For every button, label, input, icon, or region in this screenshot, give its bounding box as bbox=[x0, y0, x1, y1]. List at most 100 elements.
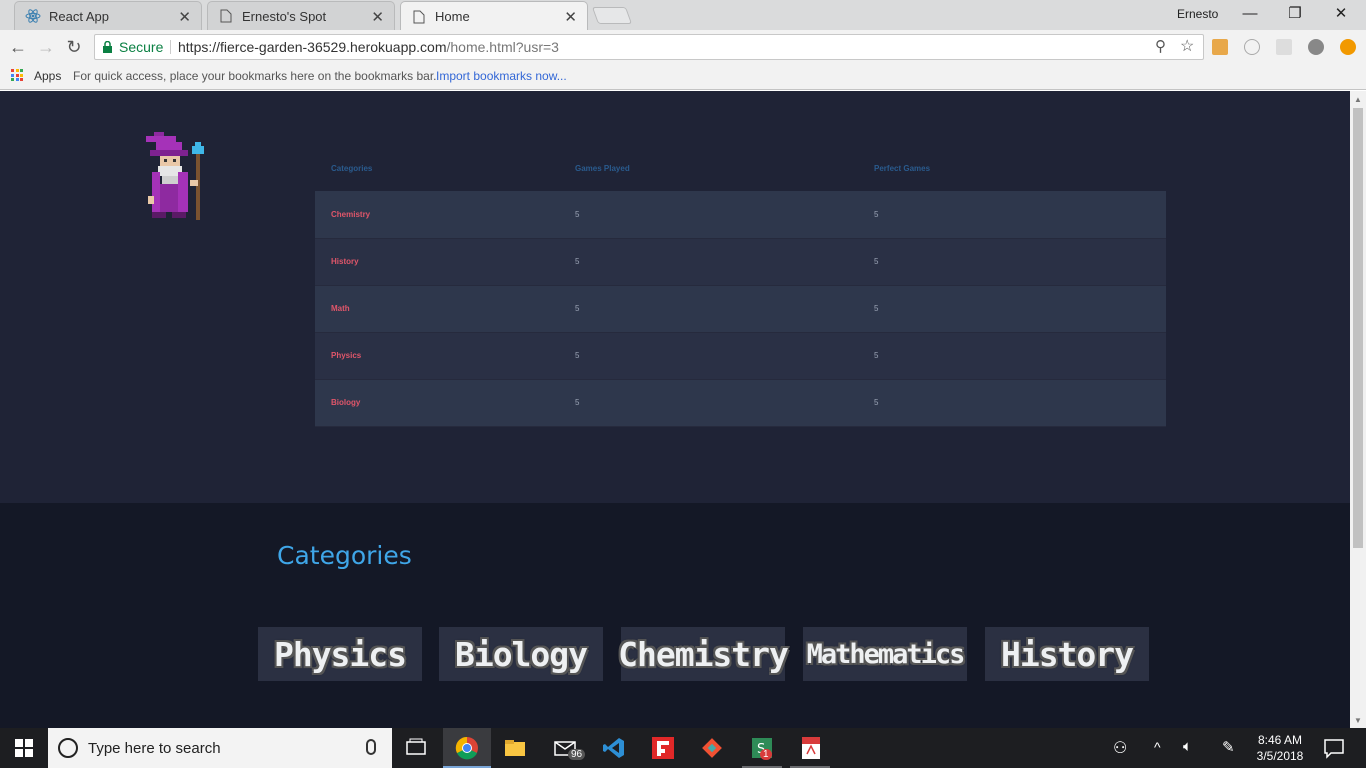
divider bbox=[170, 40, 171, 54]
close-window-icon[interactable]: ✕ bbox=[1318, 3, 1364, 25]
windows-logo-icon bbox=[15, 739, 33, 757]
column-header: Categories bbox=[331, 163, 373, 173]
app-badge: 1 bbox=[760, 749, 772, 760]
wizard-avatar bbox=[146, 132, 204, 220]
close-tab-icon[interactable]: ✕ bbox=[564, 8, 577, 26]
task-view-icon[interactable] bbox=[404, 736, 428, 760]
category-tile-physics[interactable]: Physics bbox=[258, 627, 422, 681]
scrollbar-thumb[interactable] bbox=[1353, 108, 1363, 548]
category-cell: Biology bbox=[315, 379, 559, 427]
tab-home[interactable]: Home ✕ bbox=[400, 1, 588, 31]
cortana-icon bbox=[58, 738, 78, 758]
tab-react-app[interactable]: React App ✕ bbox=[14, 1, 202, 30]
games-played-cell: 5 bbox=[559, 285, 858, 333]
categories-section: Categories Physics Biology Chemistry Mat… bbox=[0, 503, 1350, 728]
start-button[interactable] bbox=[0, 728, 48, 768]
clock-time: 8:46 AM bbox=[1257, 733, 1303, 747]
minimize-icon[interactable]: — bbox=[1227, 3, 1273, 25]
category-tile-chemistry[interactable]: Chemistry bbox=[618, 627, 789, 681]
pen-icon[interactable]: ✎ bbox=[1222, 738, 1235, 778]
lock-icon bbox=[103, 41, 112, 53]
page-scrollbar[interactable]: ▲ ▼ bbox=[1350, 91, 1366, 728]
page-icon bbox=[218, 8, 234, 24]
scroll-up-icon[interactable]: ▲ bbox=[1354, 95, 1362, 104]
table-row: Physics 5 5 bbox=[315, 332, 1166, 380]
table-row: Biology 5 5 bbox=[315, 379, 1166, 427]
import-bookmarks-link[interactable]: Import bookmarks now... bbox=[436, 69, 567, 83]
system-clock[interactable]: 8:46 AM 3/5/2018 bbox=[1250, 732, 1310, 764]
back-icon[interactable]: ← bbox=[6, 36, 30, 58]
close-tab-icon[interactable]: ✕ bbox=[178, 8, 191, 26]
table-row: History 5 5 bbox=[315, 238, 1166, 286]
table-row: Chemistry 5 5 bbox=[315, 191, 1166, 239]
extension-icon[interactable] bbox=[1308, 39, 1324, 55]
zoom-icon[interactable]: ⚲ bbox=[1155, 35, 1166, 59]
restore-icon[interactable]: ❐ bbox=[1272, 3, 1318, 25]
bookmarks-hint: For quick access, place your bookmarks h… bbox=[73, 69, 437, 83]
extension-icon[interactable] bbox=[1276, 39, 1292, 55]
page-content: Categories Games Played Perfect Games Ch… bbox=[0, 91, 1350, 728]
tab-strip: React App ✕ Ernesto's Spot ✕ Home ✕ Erne… bbox=[0, 0, 1366, 31]
mail-badge: 96 bbox=[568, 749, 586, 760]
browser-toolbar: ← → ↻ Secure https://fierce-garden-36529… bbox=[0, 30, 1366, 64]
stats-section: Categories Games Played Perfect Games Ch… bbox=[0, 91, 1350, 503]
stats-header-row: Categories Games Played Perfect Games bbox=[315, 145, 1166, 191]
url-text[interactable]: https://fierce-garden-36529.herokuapp.co… bbox=[178, 35, 559, 59]
volume-icon[interactable]: 🔈︎ bbox=[1183, 738, 1192, 778]
apps-shortcut[interactable]: Apps bbox=[34, 69, 61, 83]
bookmark-star-icon[interactable]: ☆ bbox=[1180, 35, 1194, 59]
games-played-cell: 5 bbox=[559, 191, 858, 239]
file-explorer-icon[interactable] bbox=[503, 736, 527, 760]
profile-name[interactable]: Ernesto bbox=[1177, 7, 1218, 21]
perfect-games-cell: 5 bbox=[858, 191, 1166, 239]
category-tile-history[interactable]: History bbox=[985, 627, 1149, 681]
apps-grid-icon[interactable] bbox=[11, 69, 23, 81]
flipboard-icon[interactable] bbox=[651, 736, 675, 760]
tile-label: Chemistry bbox=[618, 634, 789, 674]
scroll-down-icon[interactable]: ▼ bbox=[1354, 716, 1362, 725]
action-center-icon[interactable] bbox=[1322, 736, 1346, 760]
vscode-icon[interactable] bbox=[602, 736, 626, 760]
git-icon[interactable] bbox=[700, 736, 724, 760]
taskbar-search[interactable]: Type here to search bbox=[48, 728, 392, 768]
perfect-games-cell: 5 bbox=[858, 285, 1166, 333]
category-cell: Math bbox=[315, 285, 559, 333]
tile-label: Physics bbox=[273, 634, 407, 674]
column-header: Perfect Games bbox=[874, 163, 931, 173]
update-alert-icon[interactable] bbox=[1340, 39, 1356, 55]
chrome-icon[interactable] bbox=[455, 736, 479, 760]
games-played-cell: 5 bbox=[559, 332, 858, 380]
category-cell: Physics bbox=[315, 332, 559, 380]
categories-heading: Categories bbox=[277, 541, 412, 570]
search-placeholder: Type here to search bbox=[88, 740, 221, 757]
people-icon[interactable]: ⚇ bbox=[1113, 738, 1127, 778]
forward-icon[interactable]: → bbox=[34, 36, 58, 58]
perfect-games-cell: 5 bbox=[858, 379, 1166, 427]
new-tab-button[interactable] bbox=[591, 7, 633, 24]
pdf-icon[interactable] bbox=[799, 736, 823, 760]
address-bar[interactable]: Secure https://fierce-garden-36529.herok… bbox=[94, 34, 1204, 60]
tile-label: Biology bbox=[454, 634, 588, 674]
category-tile-biology[interactable]: Biology bbox=[439, 627, 603, 681]
tab-title: React App bbox=[49, 8, 109, 24]
react-icon bbox=[25, 8, 41, 24]
perfect-games-cell: 5 bbox=[858, 238, 1166, 286]
close-tab-icon[interactable]: ✕ bbox=[371, 8, 384, 26]
bookmarks-bar: Apps For quick access, place your bookma… bbox=[0, 64, 1366, 90]
url-path: /home.html?usr=3 bbox=[446, 39, 559, 55]
extension-icon[interactable] bbox=[1244, 39, 1260, 55]
perfect-games-cell: 5 bbox=[858, 332, 1166, 380]
stats-table: Categories Games Played Perfect Games Ch… bbox=[315, 145, 1166, 427]
microphone-icon[interactable] bbox=[366, 739, 376, 755]
games-played-cell: 5 bbox=[559, 379, 858, 427]
table-row: Math 5 5 bbox=[315, 285, 1166, 333]
tab-ernestos-spot[interactable]: Ernesto's Spot ✕ bbox=[207, 1, 395, 30]
category-cell: History bbox=[315, 238, 559, 286]
column-header: Games Played bbox=[575, 163, 630, 173]
category-tile-mathematics[interactable]: Mathematics bbox=[803, 627, 967, 681]
extension-icon[interactable] bbox=[1212, 39, 1228, 55]
windows-taskbar: Type here to search 96 S 1 ⚇ ^ 🔈︎ ✎ 8:46… bbox=[0, 728, 1366, 768]
reload-icon[interactable]: ↻ bbox=[62, 36, 86, 58]
show-hidden-icons[interactable]: ^ bbox=[1154, 739, 1161, 779]
games-played-cell: 5 bbox=[559, 238, 858, 286]
